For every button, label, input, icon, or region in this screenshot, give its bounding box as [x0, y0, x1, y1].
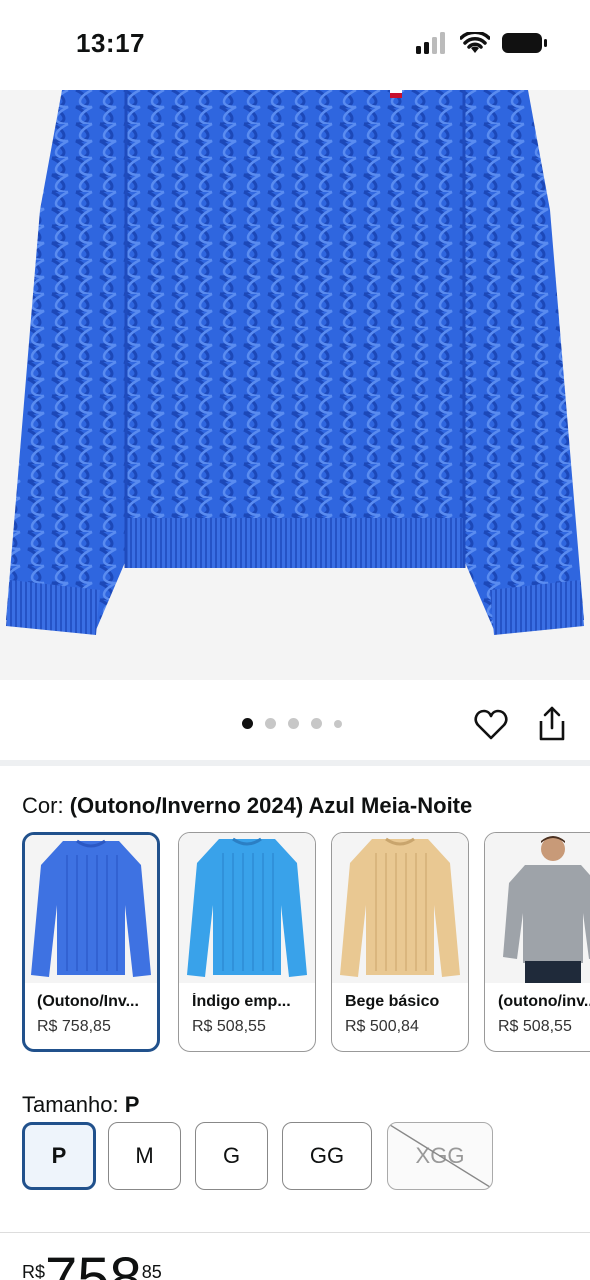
size-option-m[interactable]: M — [108, 1122, 181, 1190]
size-option-g[interactable]: G — [195, 1122, 268, 1190]
selected-color-name: (Outono/Inverno 2024) Azul Meia-Noite — [69, 793, 473, 818]
swatch-name: Índigo emp... — [192, 993, 291, 1010]
gallery-dot-1[interactable] — [242, 718, 253, 729]
size-option-label: M — [135, 1143, 154, 1168]
size-label-prefix: Tamanho: — [22, 1092, 119, 1117]
size-option-p[interactable]: P — [22, 1122, 96, 1190]
section-divider — [0, 760, 590, 766]
color-swatch-2[interactable]: Índigo emp... R$ 508,55 — [178, 832, 316, 1052]
status-icons — [416, 32, 548, 54]
wifi-icon — [460, 32, 490, 53]
swatch-image — [179, 833, 315, 983]
color-swatch-list[interactable]: (Outono/Inv... R$ 758,85 Índigo emp... R… — [22, 832, 590, 1054]
swatch-name: (Outono/Inv... — [37, 993, 139, 1010]
swatch-price: R$ 500,84 — [345, 1018, 419, 1035]
selected-size: P — [124, 1092, 140, 1117]
swatch-price: R$ 758,85 — [37, 1018, 111, 1035]
size-option-gg[interactable]: GG — [282, 1122, 372, 1190]
gallery-dot-4[interactable] — [311, 718, 322, 729]
gallery-controls — [0, 680, 590, 760]
swatch-price: R$ 508,55 — [498, 1018, 572, 1035]
color-label: Cor: (Outono/Inverno 2024) Azul Meia-Noi… — [22, 793, 472, 819]
unavailable-strike-icon — [389, 1124, 491, 1188]
swatch-price: R$ 508,55 — [192, 1018, 266, 1035]
price-currency: R$ — [22, 1262, 46, 1280]
cellular-signal-icon — [416, 32, 445, 54]
price-whole: 758 — [45, 1246, 142, 1280]
heart-icon[interactable] — [474, 708, 508, 742]
swatch-image — [485, 833, 590, 983]
gallery-dot-3[interactable] — [288, 718, 299, 729]
section-divider — [0, 1232, 590, 1233]
size-label: Tamanho: P — [22, 1092, 139, 1118]
color-swatch-3[interactable]: Bege básico R$ 500,84 — [331, 832, 469, 1052]
share-icon[interactable] — [535, 706, 569, 742]
status-time: 13:17 — [76, 28, 145, 58]
size-option-label: GG — [309, 1143, 345, 1168]
color-label-prefix: Cor: — [22, 793, 64, 818]
swatch-image — [25, 835, 157, 983]
gallery-pagination[interactable] — [242, 718, 342, 729]
color-swatch-4[interactable]: (outono/inv... R$ 508,55 — [484, 832, 590, 1052]
price-cents: 85 — [141, 1262, 162, 1280]
sweater-image — [6, 90, 584, 635]
size-option-xgg[interactable]: XGG — [387, 1122, 493, 1190]
status-bar: 13:17 — [0, 0, 590, 90]
size-option-label: P — [51, 1143, 67, 1168]
gallery-dot-2[interactable] — [265, 718, 276, 729]
swatch-name: (outono/inv... — [498, 993, 590, 1010]
gallery-dot-5[interactable] — [334, 719, 342, 728]
size-option-label: G — [222, 1143, 241, 1168]
battery-icon — [502, 33, 547, 53]
color-swatch-1[interactable]: (Outono/Inv... R$ 758,85 — [22, 832, 160, 1052]
swatch-name: Bege básico — [345, 993, 440, 1010]
swatch-image — [332, 833, 468, 983]
product-image[interactable] — [0, 90, 590, 680]
product-price: R$ 758 85 — [22, 1250, 162, 1280]
